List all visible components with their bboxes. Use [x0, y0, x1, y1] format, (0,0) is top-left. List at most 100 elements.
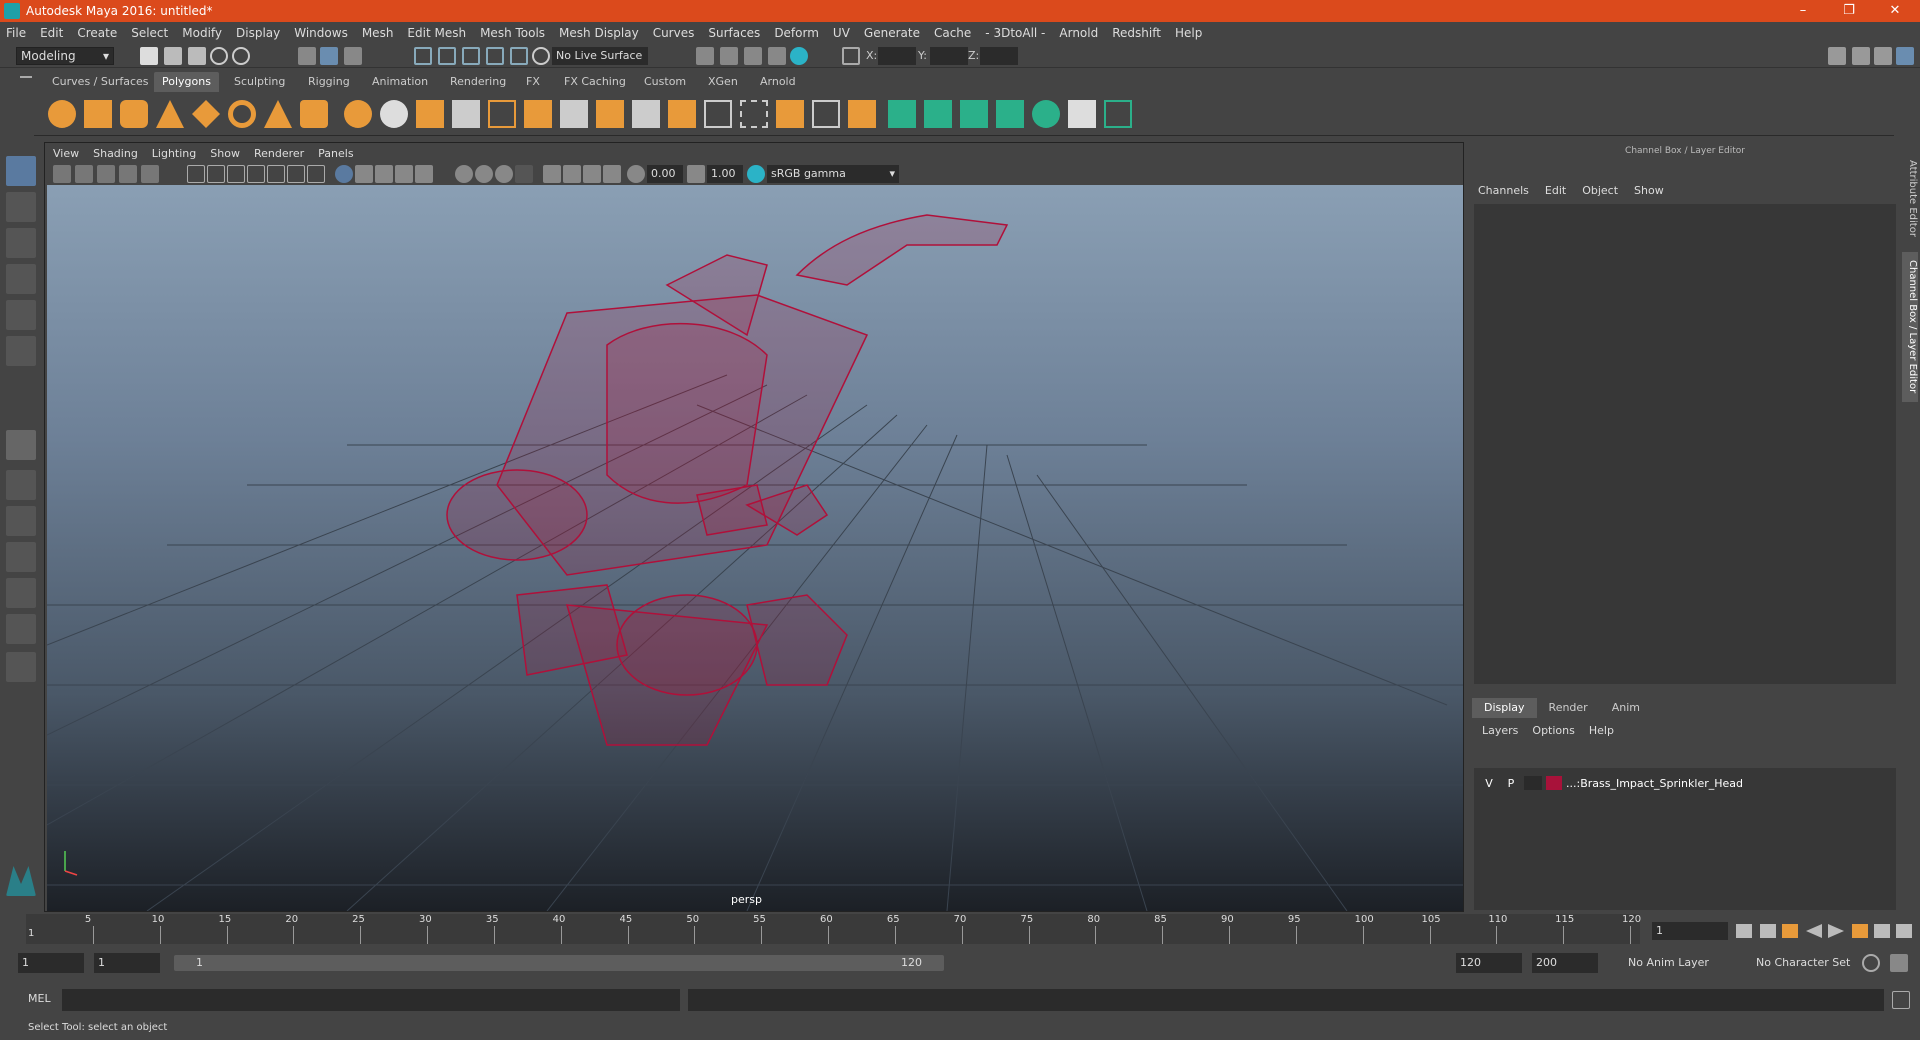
anim-start-field[interactable]: 1: [94, 953, 160, 973]
anim-layer-dropdown[interactable]: No Anim Layer: [1622, 953, 1742, 973]
snap-view-icon[interactable]: [486, 47, 504, 65]
extract-icon[interactable]: [416, 100, 444, 128]
select-tool-icon[interactable]: [6, 156, 36, 186]
vp-menu-lighting[interactable]: Lighting: [152, 147, 196, 160]
exposure-field[interactable]: 0.00: [647, 165, 683, 183]
live-surface-field[interactable]: No Live Surface: [552, 47, 648, 65]
uv-automatic-icon[interactable]: [996, 100, 1024, 128]
shelf-tab-polygons[interactable]: Polygons: [154, 72, 219, 92]
poly-cylinder-icon[interactable]: [120, 100, 148, 128]
menu-uv[interactable]: UV: [833, 26, 850, 40]
step-forward-key-icon[interactable]: [1852, 924, 1868, 938]
safe-action-icon[interactable]: [287, 165, 305, 183]
auto-key-icon[interactable]: [1862, 954, 1880, 972]
ipr-render-icon[interactable]: [744, 47, 762, 65]
offset-edge-loop-icon[interactable]: [776, 100, 804, 128]
le-menu-options[interactable]: Options: [1532, 724, 1574, 737]
snap-point-icon[interactable]: [462, 47, 480, 65]
uv-unfold-icon[interactable]: [1032, 100, 1060, 128]
camera-select-icon[interactable]: [53, 165, 71, 183]
rotate-tool-icon[interactable]: [6, 300, 36, 330]
z-field[interactable]: [980, 47, 1018, 65]
view-transform-dropdown[interactable]: sRGB gamma ▾: [767, 165, 899, 183]
side-by-side-icon[interactable]: [6, 506, 36, 536]
image-plane-icon[interactable]: [119, 165, 137, 183]
anti-aliasing-icon[interactable]: [515, 165, 533, 183]
bookmark-icon[interactable]: [97, 165, 115, 183]
exposure-icon[interactable]: [627, 165, 645, 183]
tab-anim[interactable]: Anim: [1600, 698, 1652, 718]
menu-file[interactable]: File: [6, 26, 26, 40]
menu-curves[interactable]: Curves: [653, 26, 695, 40]
menu-select[interactable]: Select: [131, 26, 168, 40]
layer-row[interactable]: V P ...:Brass_Impact_Sprinkler_Head: [1474, 774, 1896, 792]
fill-hole-icon[interactable]: [632, 100, 660, 128]
separate-icon[interactable]: [380, 100, 408, 128]
poly-cube-icon[interactable]: [84, 100, 112, 128]
motion-blur-icon[interactable]: [495, 165, 513, 183]
menu-generate[interactable]: Generate: [864, 26, 920, 40]
viewport-canvas[interactable]: persp: [47, 185, 1463, 911]
minimize-icon[interactable]: –: [1780, 0, 1826, 22]
menu-edit[interactable]: Edit: [40, 26, 63, 40]
current-frame-field[interactable]: 1: [1652, 922, 1728, 940]
move-tool-icon[interactable]: [6, 264, 36, 294]
target-weld-icon[interactable]: [704, 100, 732, 128]
scale-tool-icon[interactable]: [6, 336, 36, 366]
smooth-icon[interactable]: [452, 100, 480, 128]
menu-arnold[interactable]: Arnold: [1059, 26, 1098, 40]
attribute-editor-tab[interactable]: Attribute Editor: [1902, 152, 1918, 244]
open-scene-icon[interactable]: [164, 47, 182, 65]
snap-surface-icon[interactable]: [510, 47, 528, 65]
step-forward-icon[interactable]: [1874, 924, 1890, 938]
cb-menu-edit[interactable]: Edit: [1545, 184, 1566, 197]
menu-windows[interactable]: Windows: [294, 26, 348, 40]
shelf-tab-rendering[interactable]: Rendering: [442, 72, 514, 92]
append-icon[interactable]: [596, 100, 624, 128]
uv-spherical-icon[interactable]: [960, 100, 988, 128]
make-live-icon[interactable]: [532, 47, 550, 65]
go-to-end-icon[interactable]: [1896, 924, 1912, 938]
poly-cone-icon[interactable]: [156, 100, 184, 128]
menu-3dtoall[interactable]: - 3DtoAll -: [985, 26, 1045, 40]
uv-checker-icon[interactable]: [1068, 100, 1096, 128]
isolate-select-icon[interactable]: [543, 165, 561, 183]
menu-cache[interactable]: Cache: [934, 26, 971, 40]
save-scene-icon[interactable]: [188, 47, 206, 65]
script-editor-icon[interactable]: [1892, 991, 1910, 1009]
grid-toggle-icon[interactable]: [187, 165, 205, 183]
persp-graph-icon[interactable]: [6, 542, 36, 572]
shelf-tab-rigging[interactable]: Rigging: [300, 72, 358, 92]
layer-display-type[interactable]: [1524, 776, 1542, 790]
vp-menu-view[interactable]: View: [53, 147, 79, 160]
use-lights-icon[interactable]: [415, 165, 433, 183]
layer-visibility-toggle[interactable]: V: [1480, 777, 1498, 790]
insert-edge-loop-icon[interactable]: [740, 100, 768, 128]
select-hierarchy-icon[interactable]: [298, 47, 316, 65]
layer-playback-toggle[interactable]: P: [1502, 777, 1520, 790]
render-settings-icon[interactable]: [768, 47, 786, 65]
y-field[interactable]: [930, 47, 968, 65]
snap-grid-icon[interactable]: [414, 47, 432, 65]
menu-mesh-tools[interactable]: Mesh Tools: [480, 26, 545, 40]
shelf-tab-xgen[interactable]: XGen: [700, 72, 746, 92]
shelf-menu-icon[interactable]: [20, 76, 32, 78]
resolution-gate-icon[interactable]: [227, 165, 245, 183]
shelf-tab-fx-caching[interactable]: FX Caching: [556, 72, 634, 92]
uv-cylindrical-icon[interactable]: [924, 100, 952, 128]
textured-icon[interactable]: [395, 165, 413, 183]
combine-icon[interactable]: [344, 100, 372, 128]
channel-box-tab[interactable]: Channel Box / Layer Editor: [1902, 252, 1918, 402]
poly-plane-icon[interactable]: [192, 100, 220, 128]
poly-torus-icon[interactable]: [228, 100, 256, 128]
go-to-start-icon[interactable]: [1736, 924, 1752, 938]
safe-title-icon[interactable]: [307, 165, 325, 183]
vp-menu-panels[interactable]: Panels: [318, 147, 353, 160]
shadows-icon[interactable]: [455, 165, 473, 183]
gamma-field[interactable]: 1.00: [707, 165, 743, 183]
tab-render[interactable]: Render: [1537, 698, 1600, 718]
menu-surfaces[interactable]: Surfaces: [708, 26, 760, 40]
cb-menu-object[interactable]: Object: [1582, 184, 1618, 197]
xray-icon[interactable]: [563, 165, 581, 183]
timeline-track[interactable]: 1 5 10 15 20 25 30 35 40 45 50 55 60 65 70 75 80 85 90 95 1…: [26, 914, 1641, 944]
